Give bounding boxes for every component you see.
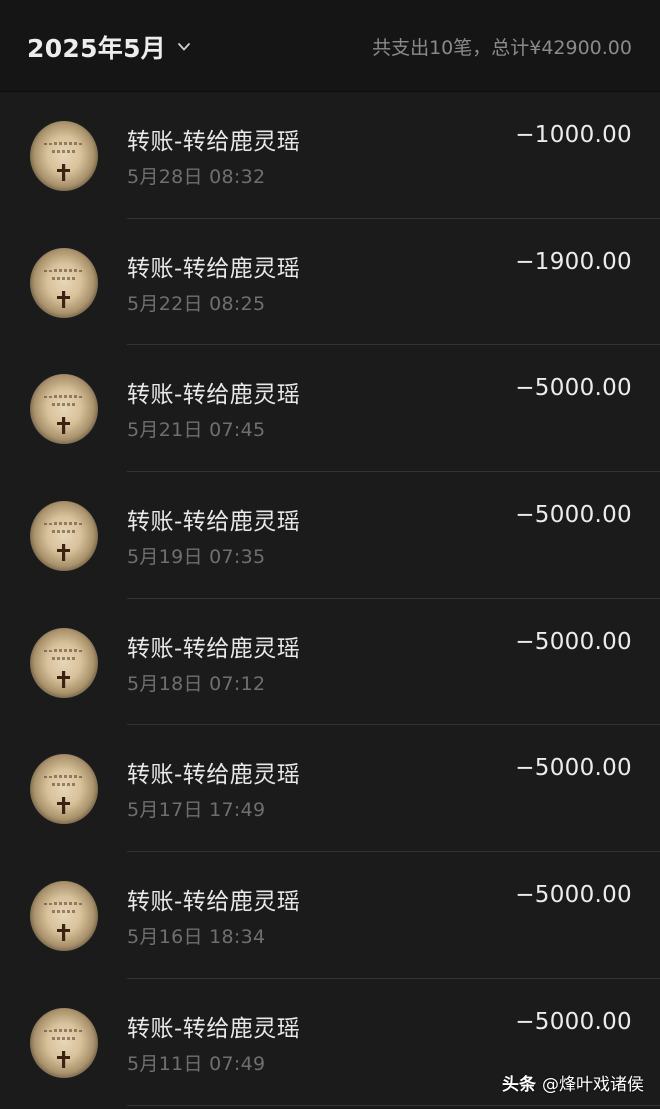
transaction-row[interactable]: 转账-转给鹿灵瑶 5月17日 17:49 −5000.00 [0, 725, 660, 853]
transaction-title: 转账-转给鹿灵瑶 [127, 255, 301, 282]
transaction-row[interactable]: 转账-转给鹿灵瑶 5月28日 08:32 −1000.00 [0, 92, 660, 219]
transaction-title: 转账-转给鹿灵瑶 [127, 1015, 301, 1042]
bill-header: 2025年5月 共支出10笔，总计¥42900.00 [0, 0, 660, 92]
transaction-time: 5月18日 07:12 [127, 672, 266, 695]
transaction-amount: −5000.00 [515, 1008, 632, 1035]
transaction-time: 5月28日 08:32 [127, 166, 266, 188]
transaction-row[interactable]: 转账-转给鹿灵瑶 5月19日 07:35 −5000.00 [0, 472, 660, 599]
transaction-title: 转账-转给鹿灵瑶 [127, 129, 301, 155]
cross-avatar-icon [30, 754, 98, 825]
transaction-time: 5月17日 17:49 [127, 799, 266, 822]
chevron-down-icon [176, 39, 192, 55]
bill-screen: 2025年5月 共支出10笔，总计¥42900.00 转账-转给鹿灵瑶 5月28日… [0, 0, 660, 1109]
watermark-platform: 头条 [502, 1075, 536, 1095]
expense-summary: 共支出10笔，总计¥42900.00 [372, 37, 632, 59]
month-label: 2025年5月 [27, 34, 167, 63]
cross-avatar-icon [30, 627, 98, 698]
transaction-amount: −5000.00 [515, 755, 632, 782]
cross-avatar-icon [30, 247, 98, 318]
transaction-time: 5月19日 07:35 [127, 546, 266, 569]
transaction-time: 5月16日 18:34 [127, 926, 266, 949]
transaction-amount: −5000.00 [515, 882, 632, 909]
transaction-time: 5月22日 08:25 [127, 292, 266, 315]
transaction-time: 5月21日 07:45 [127, 419, 266, 442]
transaction-title: 转账-转给鹿灵瑶 [127, 382, 301, 409]
month-selector[interactable]: 2025年5月 [27, 27, 192, 67]
cross-avatar-icon [30, 121, 98, 191]
cross-avatar-icon [30, 881, 98, 952]
cross-avatar-icon [30, 374, 98, 445]
transaction-row[interactable]: 转账-转给鹿灵瑶 5月18日 07:12 −5000.00 [0, 599, 660, 726]
row-divider [127, 1104, 660, 1106]
transaction-amount: −5000.00 [515, 502, 632, 529]
transaction-amount: −5000.00 [515, 375, 632, 402]
transaction-title: 转账-转给鹿灵瑶 [127, 635, 301, 662]
transaction-title: 转账-转给鹿灵瑶 [127, 509, 301, 536]
transaction-title: 转账-转给鹿灵瑶 [127, 762, 301, 789]
transaction-amount: −5000.00 [515, 628, 632, 655]
watermark: 头条 @烽叶戏诸侯 [502, 1070, 644, 1095]
transaction-amount: −1000.00 [515, 122, 632, 148]
transaction-title: 转账-转给鹿灵瑶 [127, 889, 301, 916]
transaction-list: 转账-转给鹿灵瑶 5月28日 08:32 −1000.00 转账-转给鹿灵瑶 5月22日… [0, 92, 660, 1106]
transaction-row[interactable]: 转账-转给鹿灵瑶 5月16日 18:34 −5000.00 [0, 852, 660, 979]
watermark-author: @烽叶戏诸侯 [542, 1075, 644, 1095]
transaction-time: 5月11日 07:49 [127, 1052, 266, 1075]
transaction-row[interactable]: 转账-转给鹿灵瑶 5月21日 07:45 −5000.00 [0, 345, 660, 473]
transaction-amount: −1900.00 [515, 248, 632, 275]
cross-avatar-icon [30, 501, 98, 572]
cross-avatar-icon [30, 1007, 98, 1078]
transaction-row[interactable]: 转账-转给鹿灵瑶 5月22日 08:25 −1900.00 [0, 219, 660, 346]
